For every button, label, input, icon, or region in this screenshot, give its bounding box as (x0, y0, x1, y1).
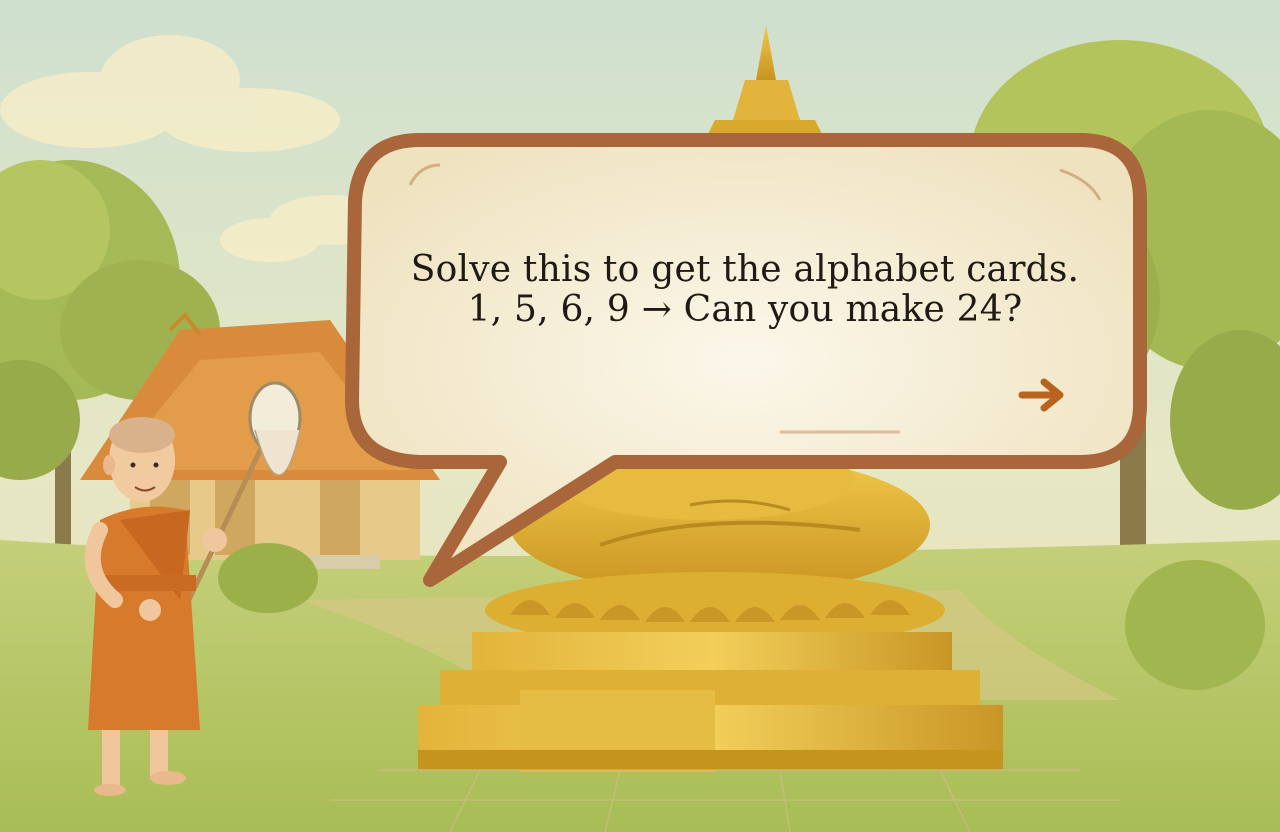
scene-background (0, 0, 1280, 832)
dialog-line-2: 1, 5, 6, 9 → Can you make 24? (467, 289, 1023, 331)
next-button[interactable] (1012, 372, 1072, 418)
dialog-text: Solve this to get the alphabet cards. 1,… (380, 249, 1110, 331)
arrow-right-icon (1018, 378, 1064, 412)
bush (1125, 560, 1265, 690)
game-scene: Solve this to get the alphabet cards. 1,… (0, 0, 1280, 832)
dialog-line-1: Solve this to get the alphabet cards. (410, 249, 1080, 290)
bush (218, 543, 318, 613)
